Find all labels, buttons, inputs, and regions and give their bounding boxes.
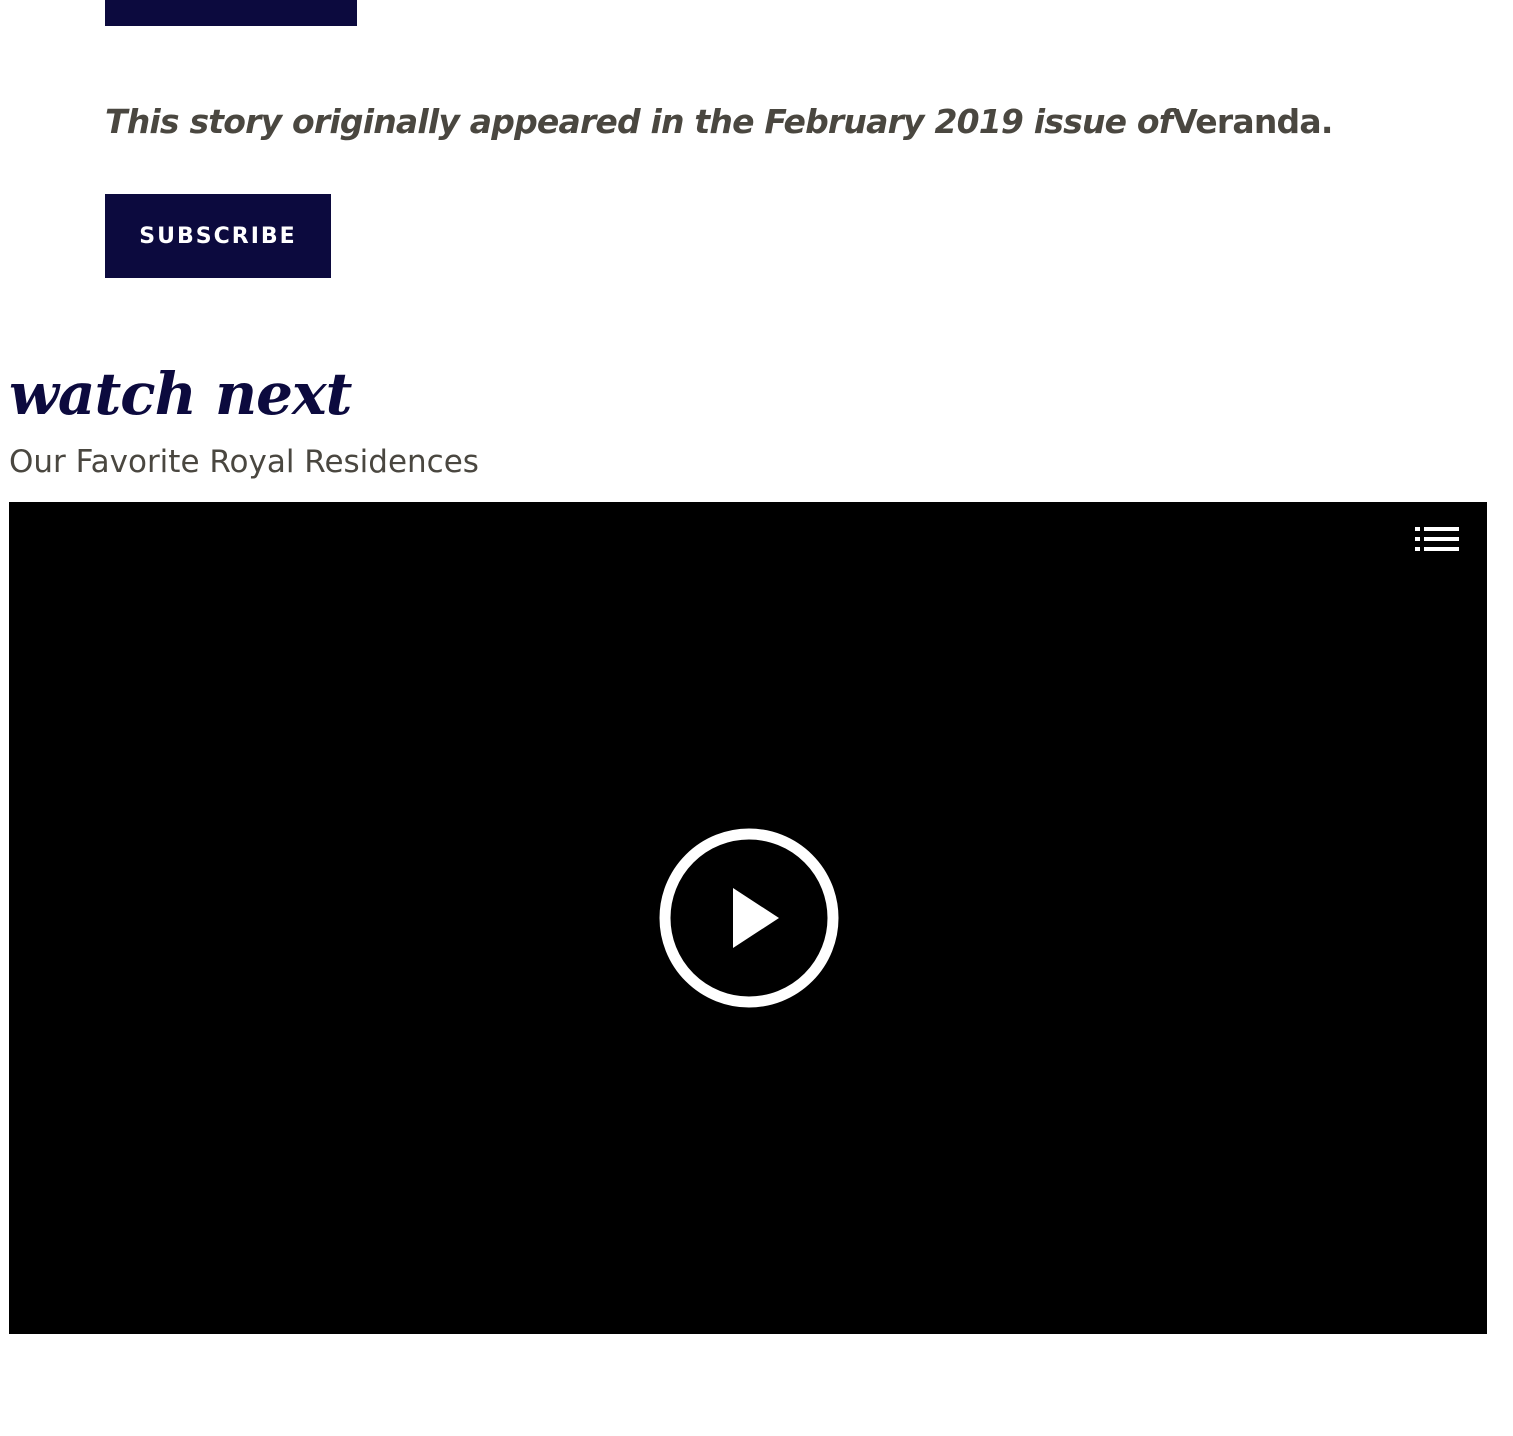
playlist-icon-glyph <box>1415 527 1459 551</box>
playlist-icon[interactable] <box>1413 524 1461 560</box>
subscribe-button[interactable]: SUBSCRIBE <box>105 194 331 278</box>
previous-button-edge[interactable] <box>105 0 357 26</box>
play-icon[interactable] <box>657 826 841 1010</box>
video-title: Our Favorite Royal Residences <box>9 444 479 480</box>
video-player[interactable] <box>9 502 1487 1334</box>
publication-name: Veranda. <box>1172 102 1333 141</box>
watch-next-heading: watch next <box>9 360 352 428</box>
story-credit-text: This story originally appeared in the Fe… <box>105 102 1173 141</box>
play-icon-glyph <box>659 828 839 1008</box>
story-credit: This story originally appeared in the Fe… <box>105 98 1333 146</box>
